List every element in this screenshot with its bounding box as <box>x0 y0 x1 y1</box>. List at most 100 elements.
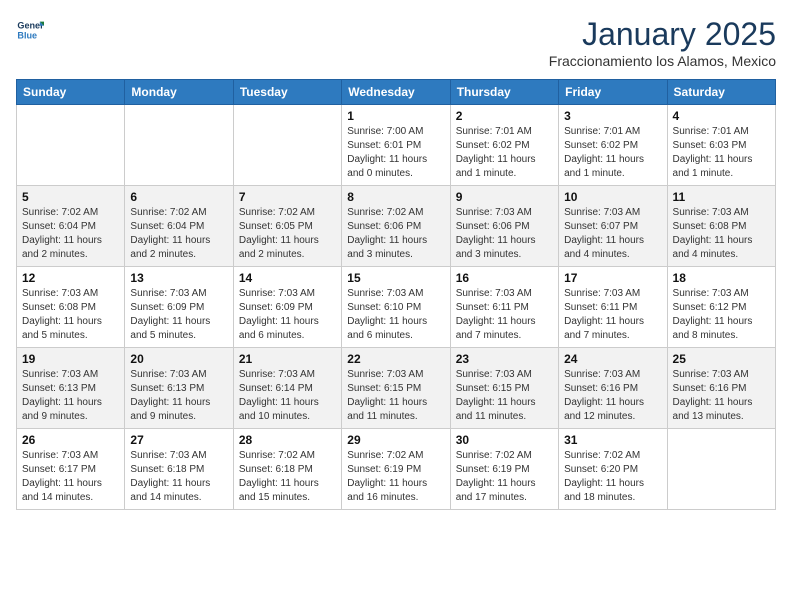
day-number: 13 <box>130 271 227 285</box>
day-number: 12 <box>22 271 119 285</box>
calendar-cell: 2 Sunrise: 7:01 AMSunset: 6:02 PMDaylight… <box>450 105 558 186</box>
calendar-cell: 8 Sunrise: 7:02 AMSunset: 6:06 PMDaylight… <box>342 186 450 267</box>
title-block: January 2025 Fraccionamiento los Alamos,… <box>549 16 776 69</box>
calendar-cell: 25 Sunrise: 7:03 AMSunset: 6:16 PMDayligh… <box>667 348 775 429</box>
calendar-cell: 11 Sunrise: 7:03 AMSunset: 6:08 PMDayligh… <box>667 186 775 267</box>
calendar-cell: 23 Sunrise: 7:03 AMSunset: 6:15 PMDayligh… <box>450 348 558 429</box>
day-number: 1 <box>347 109 444 123</box>
day-number: 27 <box>130 433 227 447</box>
day-info: Sunrise: 7:03 AMSunset: 6:10 PMDaylight:… <box>347 287 444 343</box>
day-number: 5 <box>22 190 119 204</box>
logo: General Blue <box>16 16 44 44</box>
day-number: 29 <box>347 433 444 447</box>
calendar-week-5: 26Sunrise: 7:03 AMSunset: 6:17 PMDayligh… <box>17 429 776 510</box>
day-number: 14 <box>239 271 336 285</box>
day-info: Sunrise: 7:02 AMSunset: 6:04 PMDaylight:… <box>22 206 119 262</box>
calendar-cell: 10 Sunrise: 7:03 AMSunset: 6:07 PMDayligh… <box>559 186 667 267</box>
logo-icon: General Blue <box>16 16 44 44</box>
day-info: Sunrise: 7:01 AMSunset: 6:03 PMDaylight:… <box>673 125 770 181</box>
day-info: Sunrise: 7:03 AMSunset: 6:13 PMDaylight:… <box>22 368 119 424</box>
day-info: Sunrise: 7:00 AMSunset: 6:01 PMDaylight:… <box>347 125 444 181</box>
calendar-cell: 5 Sunrise: 7:02 AMSunset: 6:04 PMDaylight… <box>17 186 125 267</box>
calendar-cell <box>233 105 341 186</box>
day-info: Sunrise: 7:03 AMSunset: 6:09 PMDaylight:… <box>130 287 227 343</box>
calendar-cell: 30 Sunrise: 7:02 AMSunset: 6:19 PMDayligh… <box>450 429 558 510</box>
day-number: 19 <box>22 352 119 366</box>
day-info: Sunrise: 7:03 AMSunset: 6:06 PMDaylight:… <box>456 206 553 262</box>
day-number: 23 <box>456 352 553 366</box>
day-info: Sunrise: 7:03 AMSunset: 6:16 PMDaylight:… <box>673 368 770 424</box>
day-number: 18 <box>673 271 770 285</box>
day-number: 30 <box>456 433 553 447</box>
day-info: Sunrise: 7:03 AMSunset: 6:18 PMDaylight:… <box>130 449 227 505</box>
calendar-cell: 26Sunrise: 7:03 AMSunset: 6:17 PMDayligh… <box>17 429 125 510</box>
calendar-table: SundayMondayTuesdayWednesdayThursdayFrid… <box>16 79 776 510</box>
day-number: 21 <box>239 352 336 366</box>
page-header: General Blue January 2025 Fraccionamient… <box>16 16 776 69</box>
month-title: January 2025 <box>549 16 776 53</box>
calendar-cell: 1 Sunrise: 7:00 AMSunset: 6:01 PMDaylight… <box>342 105 450 186</box>
day-number: 2 <box>456 109 553 123</box>
day-number: 11 <box>673 190 770 204</box>
weekday-header-sunday: Sunday <box>17 80 125 105</box>
day-number: 10 <box>564 190 661 204</box>
calendar-cell: 28Sunrise: 7:02 AMSunset: 6:18 PMDayligh… <box>233 429 341 510</box>
day-info: Sunrise: 7:02 AMSunset: 6:19 PMDaylight:… <box>347 449 444 505</box>
calendar-cell: 4 Sunrise: 7:01 AMSunset: 6:03 PMDaylight… <box>667 105 775 186</box>
calendar-cell: 9Sunrise: 7:03 AMSunset: 6:06 PMDaylight… <box>450 186 558 267</box>
calendar-cell: 24Sunrise: 7:03 AMSunset: 6:16 PMDayligh… <box>559 348 667 429</box>
day-info: Sunrise: 7:03 AMSunset: 6:13 PMDaylight:… <box>130 368 227 424</box>
calendar-cell <box>667 429 775 510</box>
calendar-cell: 27 Sunrise: 7:03 AMSunset: 6:18 PMDayligh… <box>125 429 233 510</box>
day-number: 8 <box>347 190 444 204</box>
weekday-header-thursday: Thursday <box>450 80 558 105</box>
day-number: 22 <box>347 352 444 366</box>
calendar-cell: 14 Sunrise: 7:03 AMSunset: 6:09 PMDayligh… <box>233 267 341 348</box>
day-info: Sunrise: 7:02 AMSunset: 6:19 PMDaylight:… <box>456 449 553 505</box>
calendar-cell <box>17 105 125 186</box>
calendar-week-1: 1 Sunrise: 7:00 AMSunset: 6:01 PMDaylight… <box>17 105 776 186</box>
calendar-cell: 16 Sunrise: 7:03 AMSunset: 6:11 PMDayligh… <box>450 267 558 348</box>
day-info: Sunrise: 7:02 AMSunset: 6:18 PMDaylight:… <box>239 449 336 505</box>
weekday-header-monday: Monday <box>125 80 233 105</box>
day-number: 15 <box>347 271 444 285</box>
calendar-week-4: 19 Sunrise: 7:03 AMSunset: 6:13 PMDayligh… <box>17 348 776 429</box>
calendar-cell: 21 Sunrise: 7:03 AMSunset: 6:14 PMDayligh… <box>233 348 341 429</box>
day-info: Sunrise: 7:03 AMSunset: 6:08 PMDaylight:… <box>22 287 119 343</box>
day-info: Sunrise: 7:02 AMSunset: 6:05 PMDaylight:… <box>239 206 336 262</box>
day-number: 17 <box>564 271 661 285</box>
day-info: Sunrise: 7:03 AMSunset: 6:15 PMDaylight:… <box>347 368 444 424</box>
day-info: Sunrise: 7:03 AMSunset: 6:14 PMDaylight:… <box>239 368 336 424</box>
calendar-cell: 12 Sunrise: 7:03 AMSunset: 6:08 PMDayligh… <box>17 267 125 348</box>
day-number: 24 <box>564 352 661 366</box>
day-info: Sunrise: 7:03 AMSunset: 6:07 PMDaylight:… <box>564 206 661 262</box>
day-info: Sunrise: 7:03 AMSunset: 6:12 PMDaylight:… <box>673 287 770 343</box>
weekday-header-tuesday: Tuesday <box>233 80 341 105</box>
day-info: Sunrise: 7:03 AMSunset: 6:08 PMDaylight:… <box>673 206 770 262</box>
day-info: Sunrise: 7:02 AMSunset: 6:20 PMDaylight:… <box>564 449 661 505</box>
day-info: Sunrise: 7:03 AMSunset: 6:11 PMDaylight:… <box>456 287 553 343</box>
svg-text:Blue: Blue <box>17 30 37 40</box>
calendar-cell: 15 Sunrise: 7:03 AMSunset: 6:10 PMDayligh… <box>342 267 450 348</box>
weekday-header-row: SundayMondayTuesdayWednesdayThursdayFrid… <box>17 80 776 105</box>
day-number: 7 <box>239 190 336 204</box>
day-info: Sunrise: 7:02 AMSunset: 6:06 PMDaylight:… <box>347 206 444 262</box>
weekday-header-wednesday: Wednesday <box>342 80 450 105</box>
calendar-cell: 20 Sunrise: 7:03 AMSunset: 6:13 PMDayligh… <box>125 348 233 429</box>
day-number: 20 <box>130 352 227 366</box>
day-info: Sunrise: 7:02 AMSunset: 6:04 PMDaylight:… <box>130 206 227 262</box>
day-info: Sunrise: 7:03 AMSunset: 6:09 PMDaylight:… <box>239 287 336 343</box>
calendar-cell: 7 Sunrise: 7:02 AMSunset: 6:05 PMDaylight… <box>233 186 341 267</box>
day-number: 4 <box>673 109 770 123</box>
day-number: 16 <box>456 271 553 285</box>
day-info: Sunrise: 7:03 AMSunset: 6:15 PMDaylight:… <box>456 368 553 424</box>
calendar-cell: 6 Sunrise: 7:02 AMSunset: 6:04 PMDaylight… <box>125 186 233 267</box>
calendar-cell: 18 Sunrise: 7:03 AMSunset: 6:12 PMDayligh… <box>667 267 775 348</box>
day-number: 25 <box>673 352 770 366</box>
day-number: 6 <box>130 190 227 204</box>
day-info: Sunrise: 7:01 AMSunset: 6:02 PMDaylight:… <box>456 125 553 181</box>
calendar-cell: 22 Sunrise: 7:03 AMSunset: 6:15 PMDayligh… <box>342 348 450 429</box>
calendar-cell: 29 Sunrise: 7:02 AMSunset: 6:19 PMDayligh… <box>342 429 450 510</box>
calendar-cell: 17Sunrise: 7:03 AMSunset: 6:11 PMDayligh… <box>559 267 667 348</box>
location: Fraccionamiento los Alamos, Mexico <box>549 53 776 69</box>
